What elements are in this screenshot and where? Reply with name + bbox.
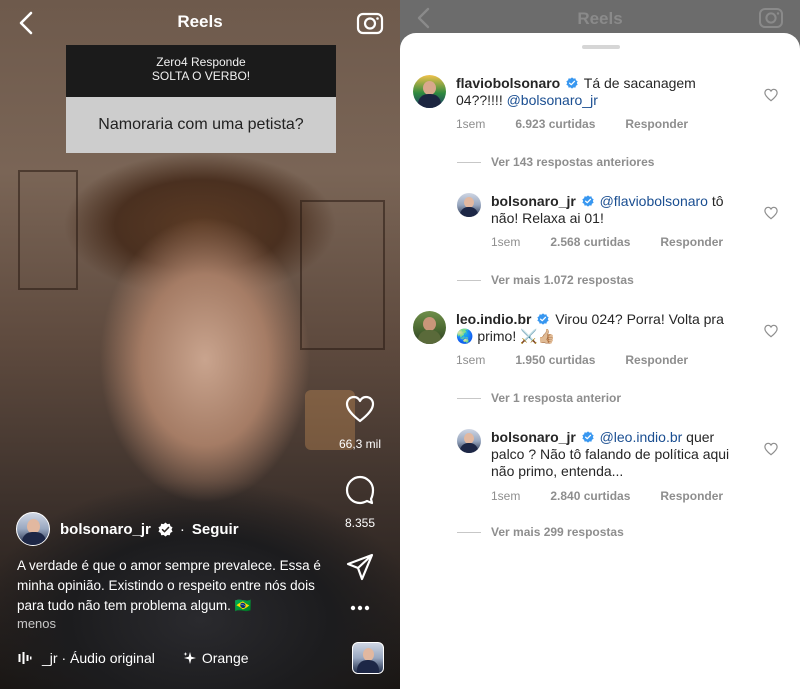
comment-meta: 1sem 2.568 curtidas Responder [491, 235, 753, 249]
comment-like-count[interactable]: 1.950 curtidas [515, 353, 595, 367]
heart-icon[interactable] [345, 395, 375, 423]
heart-icon[interactable] [764, 206, 778, 220]
view-replies-link[interactable]: Ver 143 respostas anteriores [457, 155, 654, 169]
avatar[interactable] [457, 193, 481, 217]
comment-bubble-icon[interactable] [345, 475, 375, 505]
comments-sheet: flaviobolsonaro Tá de sacanagem 04??!!!!… [400, 33, 800, 689]
comment-body: não! Relaxa ai 01! [491, 210, 604, 226]
heart-icon[interactable] [764, 324, 778, 338]
comment-meta: 1sem 1.950 curtidas Responder [456, 353, 718, 367]
like-action[interactable]: 66,3 mil [320, 395, 400, 451]
more-horizontal-icon[interactable] [350, 605, 370, 611]
camera-icon[interactable] [758, 5, 784, 31]
follow-button[interactable]: Seguir [192, 521, 239, 538]
comment-action[interactable]: 8.355 [320, 475, 400, 530]
like-count: 66,3 mil [338, 437, 382, 451]
comment-meta: 1sem 6.923 curtidas Responder [456, 117, 718, 131]
comment-body: não primo, entenda... [491, 463, 624, 479]
comments-panel: Reels flaviobolsonaro Tá de sacanagem 04… [400, 0, 800, 689]
view-replies-label[interactable]: Ver 1 resposta anterior [491, 391, 621, 405]
comment-body: 04??!!!! [456, 92, 503, 108]
comment-like-count[interactable]: 2.568 curtidas [550, 235, 630, 249]
page-title: Reels [577, 9, 623, 28]
comment-like-count[interactable]: 6.923 curtidas [515, 117, 595, 131]
view-replies-label[interactable]: Ver mais 1.072 respostas [491, 273, 634, 287]
question-sticker-header: Zero4 Responde SOLTA O VERBO! [66, 45, 336, 97]
comment-text: flaviobolsonaro Tá de sacanagem 04??!!!!… [456, 75, 726, 109]
question-sticker-subtitle: SOLTA O VERBO! [151, 69, 251, 83]
comment-text: bolsonaro_jr @leo.indio.br quer palco ? … [491, 429, 751, 480]
author-username[interactable]: bolsonaro_jr [60, 521, 151, 538]
verified-badge-icon [158, 521, 173, 537]
author-row: bolsonaro_jr · Seguir [16, 512, 239, 546]
comment-body: Tá de sacanagem [583, 75, 696, 91]
audio-thumbnail[interactable] [352, 642, 384, 674]
comment-username[interactable]: bolsonaro_jr [491, 193, 576, 209]
comment-username[interactable]: leo.indio.br [456, 311, 531, 327]
page-title: Reels [177, 12, 223, 31]
view-replies-link[interactable]: Ver mais 299 respostas [457, 525, 624, 539]
effect-label[interactable]: Orange [202, 650, 249, 666]
audio-label[interactable]: _jr · Áudio original [42, 650, 155, 666]
comment-time: 1sem [491, 489, 521, 503]
comment-mention[interactable]: @leo.indio.br [600, 429, 683, 445]
sheet-drag-handle[interactable] [582, 45, 620, 49]
view-replies-label[interactable]: Ver 143 respostas anteriores [491, 155, 654, 169]
sparkle-icon [183, 652, 196, 664]
heart-icon[interactable] [764, 442, 778, 456]
comment-username[interactable]: flaviobolsonaro [456, 75, 560, 91]
separator-dot: · [179, 520, 185, 538]
paper-plane-icon[interactable] [346, 553, 374, 581]
comment-time: 1sem [456, 353, 486, 367]
comment-time: 1sem [491, 235, 521, 249]
comment-mention[interactable]: @bolsonaro_jr [507, 92, 598, 108]
comment-meta: 1sem 2.840 curtidas Responder [491, 489, 753, 503]
verified-badge-icon [582, 431, 594, 443]
reply-button[interactable]: Responder [660, 235, 723, 249]
comment-body: tô [711, 193, 724, 209]
comment-body: palco ? Não tô falando de política aqui [491, 446, 730, 462]
comment-body: quer [686, 429, 715, 445]
reel-caption: A verdade é que o amor sempre prevalece.… [17, 558, 321, 613]
avatar[interactable] [413, 75, 446, 108]
avatar[interactable] [413, 311, 446, 344]
audio-bars-icon [18, 652, 32, 664]
verified-badge-icon [537, 313, 549, 325]
comment-username[interactable]: bolsonaro_jr [491, 429, 576, 445]
comment-text: leo.indio.br Virou 024? Porra! Volta pra… [456, 311, 746, 345]
caption-less-link[interactable]: menos [17, 616, 56, 631]
comment-time: 1sem [456, 117, 486, 131]
background-shelf [300, 200, 385, 350]
reply-button[interactable]: Responder [625, 117, 688, 131]
comment-body: Virou 024? Porra! Volta pra [555, 311, 724, 327]
view-replies-link[interactable]: Ver 1 resposta anterior [457, 391, 621, 405]
comment-mention[interactable]: @flaviobolsonaro [600, 193, 708, 209]
question-text: Namoraria com uma petista? [66, 97, 336, 153]
avatar[interactable] [457, 429, 481, 453]
avatar[interactable] [16, 512, 50, 546]
question-sticker-title: Zero4 Responde [156, 55, 246, 69]
view-replies-link[interactable]: Ver mais 1.072 respostas [457, 273, 634, 287]
question-sticker: Zero4 Responde SOLTA O VERBO! Namoraria … [66, 45, 336, 153]
camera-icon[interactable] [356, 9, 384, 37]
verified-badge-icon [566, 77, 578, 89]
reel-top-nav: Reels [0, 0, 400, 46]
reel-player[interactable]: Reels Zero4 Responde SOLTA O VERBO! Namo… [0, 0, 400, 689]
comment-text: bolsonaro_jr @flaviobolsonaro tô não! Re… [491, 193, 731, 227]
heart-icon[interactable] [764, 88, 778, 102]
comment-count: 8.355 [344, 516, 376, 530]
audio-row: _jr · Áudio original Orange [18, 650, 249, 666]
comment-like-count[interactable]: 2.840 curtidas [550, 489, 630, 503]
reply-button[interactable]: Responder [625, 353, 688, 367]
comment-body: 🌏 primo! ⚔️👍🏼 [456, 328, 555, 344]
verified-badge-icon [582, 195, 594, 207]
reply-button[interactable]: Responder [660, 489, 723, 503]
background-window [18, 170, 78, 290]
view-replies-label[interactable]: Ver mais 299 respostas [491, 525, 624, 539]
